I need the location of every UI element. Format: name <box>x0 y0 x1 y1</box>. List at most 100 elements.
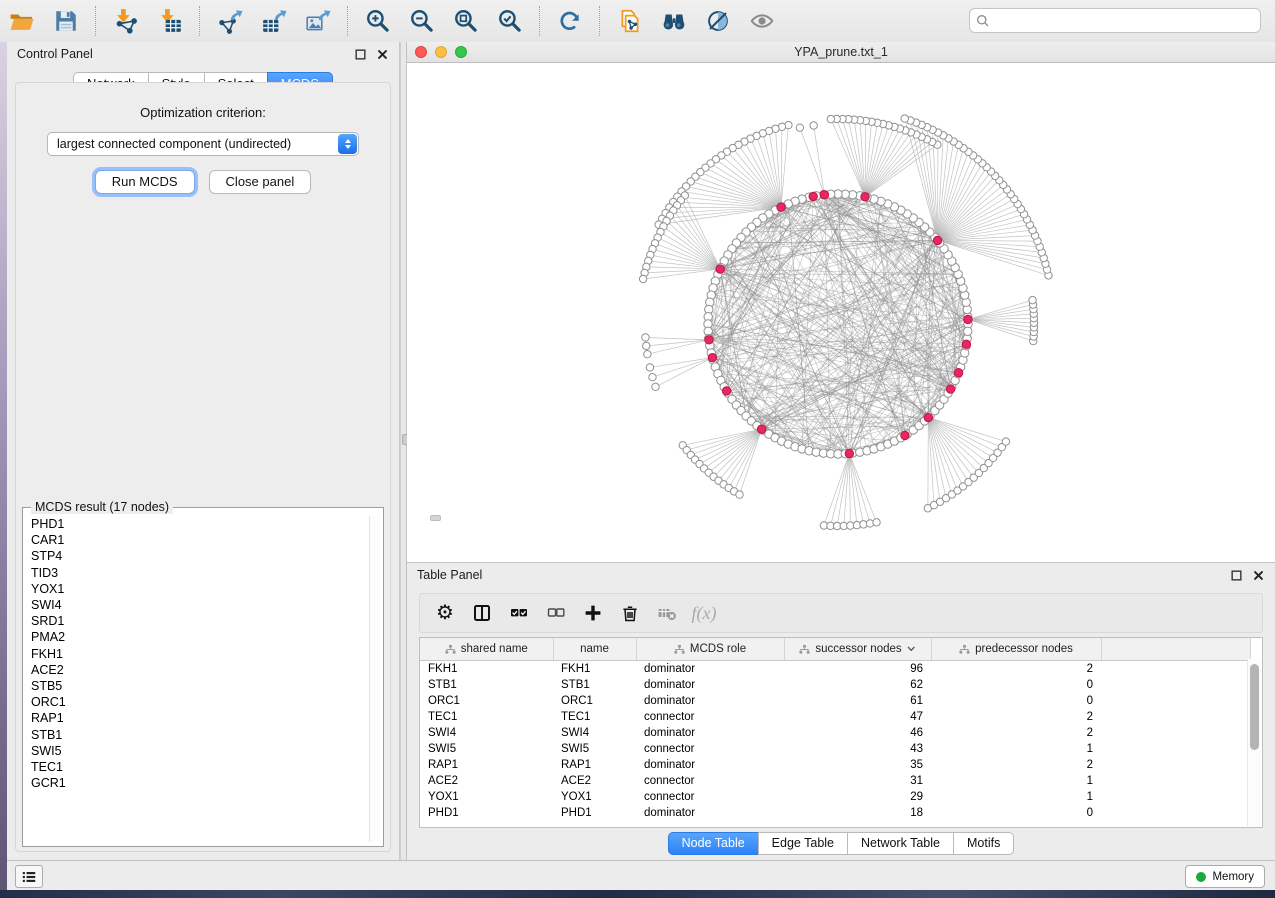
mcds-list-scrollbar[interactable] <box>369 516 380 842</box>
table-row[interactable]: PHD1PHD1dominator180 <box>420 805 1250 821</box>
cell-shared_name: RAP1 <box>420 757 553 773</box>
cell-mcds_role: dominator <box>636 693 784 709</box>
table-scrollbar-thumb[interactable] <box>1250 664 1259 750</box>
export-network-icon[interactable] <box>211 4 249 38</box>
mcds-result-item[interactable]: STP4 <box>27 548 367 564</box>
table-row[interactable]: ORC1ORC1dominator610 <box>420 693 1250 709</box>
mcds-result-item[interactable]: ACE2 <box>27 662 367 678</box>
zoom-fit-icon[interactable] <box>447 4 485 38</box>
network-canvas[interactable] <box>407 63 1275 562</box>
mcds-result-item[interactable]: SWI4 <box>27 597 367 613</box>
table-row[interactable]: YOX1YOX1connector291 <box>420 789 1250 805</box>
mcds-result-item[interactable]: SRD1 <box>27 613 367 629</box>
zoom-out-icon[interactable] <box>403 4 441 38</box>
table-row[interactable]: SWI4SWI4dominator462 <box>420 725 1250 741</box>
cell-mcds_role: connector <box>636 773 784 789</box>
network-graph[interactable] <box>407 63 1275 562</box>
column-header-predecessor-nodes[interactable]: predecessor nodes <box>931 638 1101 661</box>
table-row[interactable]: TEC1TEC1connector472 <box>420 709 1250 725</box>
apply-layout-icon[interactable] <box>551 4 589 38</box>
list-icon <box>21 869 37 885</box>
cell-shared_name: ORC1 <box>420 693 553 709</box>
mcds-result-item[interactable]: RAP1 <box>27 710 367 726</box>
open-file-icon[interactable] <box>3 4 41 38</box>
new-network-from-selection-icon[interactable] <box>611 4 649 38</box>
table-row[interactable]: ACE2ACE2connector311 <box>420 773 1250 789</box>
gear-icon[interactable]: ⚙ <box>430 599 460 627</box>
criterion-select[interactable]: largest connected component (undirected) <box>47 132 359 156</box>
close-panel-button[interactable]: Close panel <box>209 170 312 194</box>
table-panel-title: Table Panel <box>417 568 482 582</box>
mcds-result-item[interactable]: STB1 <box>27 727 367 743</box>
cell-predecessor_nodes: 0 <box>931 805 1101 821</box>
table-scrollbar[interactable] <box>1247 659 1261 826</box>
mcds-result-item[interactable]: PHD1 <box>27 516 367 532</box>
mcds-result-item[interactable]: ORC1 <box>27 694 367 710</box>
cell-successor_nodes: 43 <box>784 741 931 757</box>
export-table-icon[interactable] <box>255 4 293 38</box>
panel-splitter-horizontal[interactable] <box>430 515 441 521</box>
panel-splitter-vertical[interactable] <box>400 42 407 860</box>
memory-button[interactable]: Memory <box>1185 865 1265 888</box>
mcds-result-item[interactable]: FKH1 <box>27 646 367 662</box>
export-image-icon[interactable] <box>299 4 337 38</box>
main-toolbar <box>0 0 1275 43</box>
float-panel-icon[interactable] <box>1230 569 1243 582</box>
mcds-result-item[interactable]: GCR1 <box>27 775 367 791</box>
close-panel-icon[interactable] <box>376 48 389 61</box>
table-row[interactable]: STB1STB1dominator620 <box>420 677 1250 693</box>
mcds-result-item[interactable]: TEC1 <box>27 759 367 775</box>
column-header-name[interactable]: name <box>553 638 636 661</box>
import-network-icon[interactable] <box>107 4 145 38</box>
table-row[interactable]: FKH1FKH1dominator962 <box>420 661 1250 678</box>
cell-name: RAP1 <box>553 757 636 773</box>
column-header-successor-nodes[interactable]: successor nodes <box>784 638 931 661</box>
network-window-title: YPA_prune.txt_1 <box>407 45 1275 59</box>
add-column-icon[interactable] <box>578 599 608 627</box>
status-bar: Memory <box>7 860 1275 890</box>
search-field[interactable] <box>969 8 1261 33</box>
run-mcds-button[interactable]: Run MCDS <box>95 170 195 194</box>
eye-icon[interactable] <box>743 4 781 38</box>
delete-column-icon[interactable] <box>615 599 645 627</box>
binoculars-icon[interactable] <box>655 4 693 38</box>
delete-table-icon <box>652 599 682 627</box>
mcds-result-group: MCDS result (17 nodes) PHD1CAR1STP4TID3Y… <box>22 507 384 847</box>
network-window-titlebar[interactable]: YPA_prune.txt_1 <box>407 42 1275 63</box>
tab-motifs[interactable]: Motifs <box>953 832 1014 855</box>
search-input[interactable] <box>995 13 1254 29</box>
cell-successor_nodes: 18 <box>784 805 931 821</box>
memory-button-label: Memory <box>1212 871 1254 883</box>
close-panel-icon[interactable] <box>1252 569 1265 582</box>
tab-network-table[interactable]: Network Table <box>847 832 954 855</box>
mcds-result-item[interactable]: SWI5 <box>27 743 367 759</box>
mcds-result-item[interactable]: TID3 <box>27 565 367 581</box>
cell-mcds_role: dominator <box>636 725 784 741</box>
float-panel-icon[interactable] <box>354 48 367 61</box>
cell-name: ORC1 <box>553 693 636 709</box>
table-row[interactable]: RAP1RAP1dominator352 <box>420 757 1250 773</box>
cell-shared_name: TEC1 <box>420 709 553 725</box>
tab-edge-table[interactable]: Edge Table <box>758 832 848 855</box>
mcds-result-item[interactable]: CAR1 <box>27 532 367 548</box>
cell-mcds_role: dominator <box>636 661 784 678</box>
deselect-all-icon[interactable] <box>541 599 571 627</box>
show-graphics-details-icon[interactable] <box>699 4 737 38</box>
mcds-result-list[interactable]: PHD1CAR1STP4TID3YOX1SWI4SRD1PMA2FKH1ACE2… <box>27 516 367 842</box>
mcds-result-item[interactable]: YOX1 <box>27 581 367 597</box>
tab-node-table[interactable]: Node Table <box>668 832 759 855</box>
show-panels-button[interactable] <box>15 865 43 888</box>
cell-mcds_role: dominator <box>636 757 784 773</box>
zoom-selected-icon[interactable] <box>491 4 529 38</box>
cell-mcds_role: dominator <box>636 677 784 693</box>
mcds-result-item[interactable]: PMA2 <box>27 629 367 645</box>
column-header-MCDS-role[interactable]: MCDS role <box>636 638 784 661</box>
select-all-icon[interactable] <box>504 599 534 627</box>
import-table-icon[interactable] <box>151 4 189 38</box>
mcds-result-item[interactable]: STB5 <box>27 678 367 694</box>
zoom-in-icon[interactable] <box>359 4 397 38</box>
table-row[interactable]: SWI5SWI5connector431 <box>420 741 1250 757</box>
column-header-shared-name[interactable]: shared name <box>420 638 553 661</box>
save-session-icon[interactable] <box>47 4 85 38</box>
columns-icon[interactable] <box>467 599 497 627</box>
